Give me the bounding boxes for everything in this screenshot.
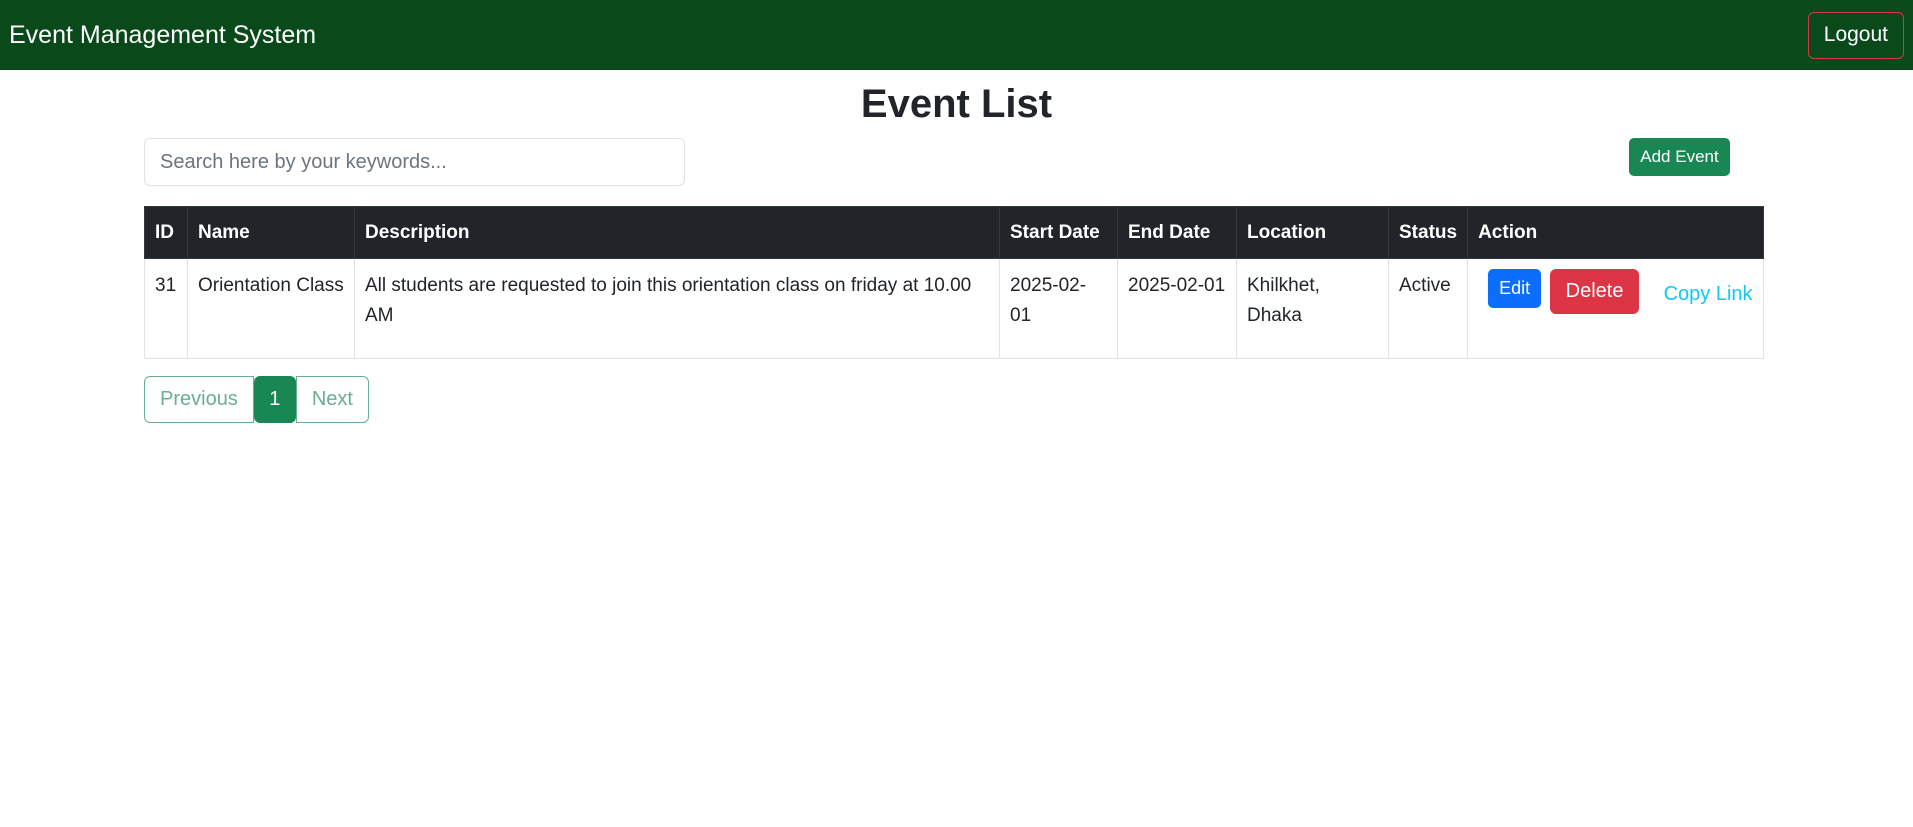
pagination-next[interactable]: Next: [295, 376, 369, 423]
header-status: Status: [1387, 206, 1469, 259]
cell-id: 31: [144, 258, 188, 359]
edit-button[interactable]: Edit: [1488, 269, 1542, 308]
cell-status: Active: [1387, 258, 1469, 359]
page-title: Event List: [860, 82, 1053, 126]
header-action: Action: [1467, 206, 1764, 259]
table-header-row: ID Name Description Start Date End Date …: [144, 206, 1764, 259]
logout-button[interactable]: Logout: [1807, 11, 1904, 59]
add-event-button[interactable]: Add Event: [1629, 138, 1730, 176]
header-description: Description: [354, 206, 1000, 259]
cell-end-date: 2025-02-01: [1117, 258, 1237, 359]
event-table: ID Name Description Start Date End Date …: [144, 206, 1764, 359]
pagination-previous[interactable]: Previous: [144, 376, 254, 423]
brand-title[interactable]: Event Management System: [9, 21, 316, 50]
cell-location: Khilkhet, Dhaka: [1236, 258, 1389, 359]
cell-start-date: 2025-02-01: [999, 258, 1118, 359]
copy-link-button[interactable]: Copy Link: [1653, 279, 1763, 309]
header-id: ID: [144, 206, 188, 259]
cell-action: Edit Delete Copy Link: [1467, 258, 1764, 359]
cell-description: All students are requested to join this …: [354, 258, 1000, 359]
pagination-page-1[interactable]: 1: [253, 376, 296, 423]
cell-name: Orientation Class: [187, 258, 355, 359]
table-row: 31 Orientation Class All students are re…: [144, 258, 1764, 359]
delete-button[interactable]: Delete: [1550, 269, 1640, 314]
navbar: Event Management System Logout: [0, 0, 1913, 70]
search-input[interactable]: [144, 138, 685, 186]
pagination: Previous 1 Next: [144, 376, 369, 423]
header-start-date: Start Date: [999, 206, 1118, 259]
header-location: Location: [1236, 206, 1389, 259]
header-end-date: End Date: [1117, 206, 1237, 259]
header-name: Name: [187, 206, 355, 259]
